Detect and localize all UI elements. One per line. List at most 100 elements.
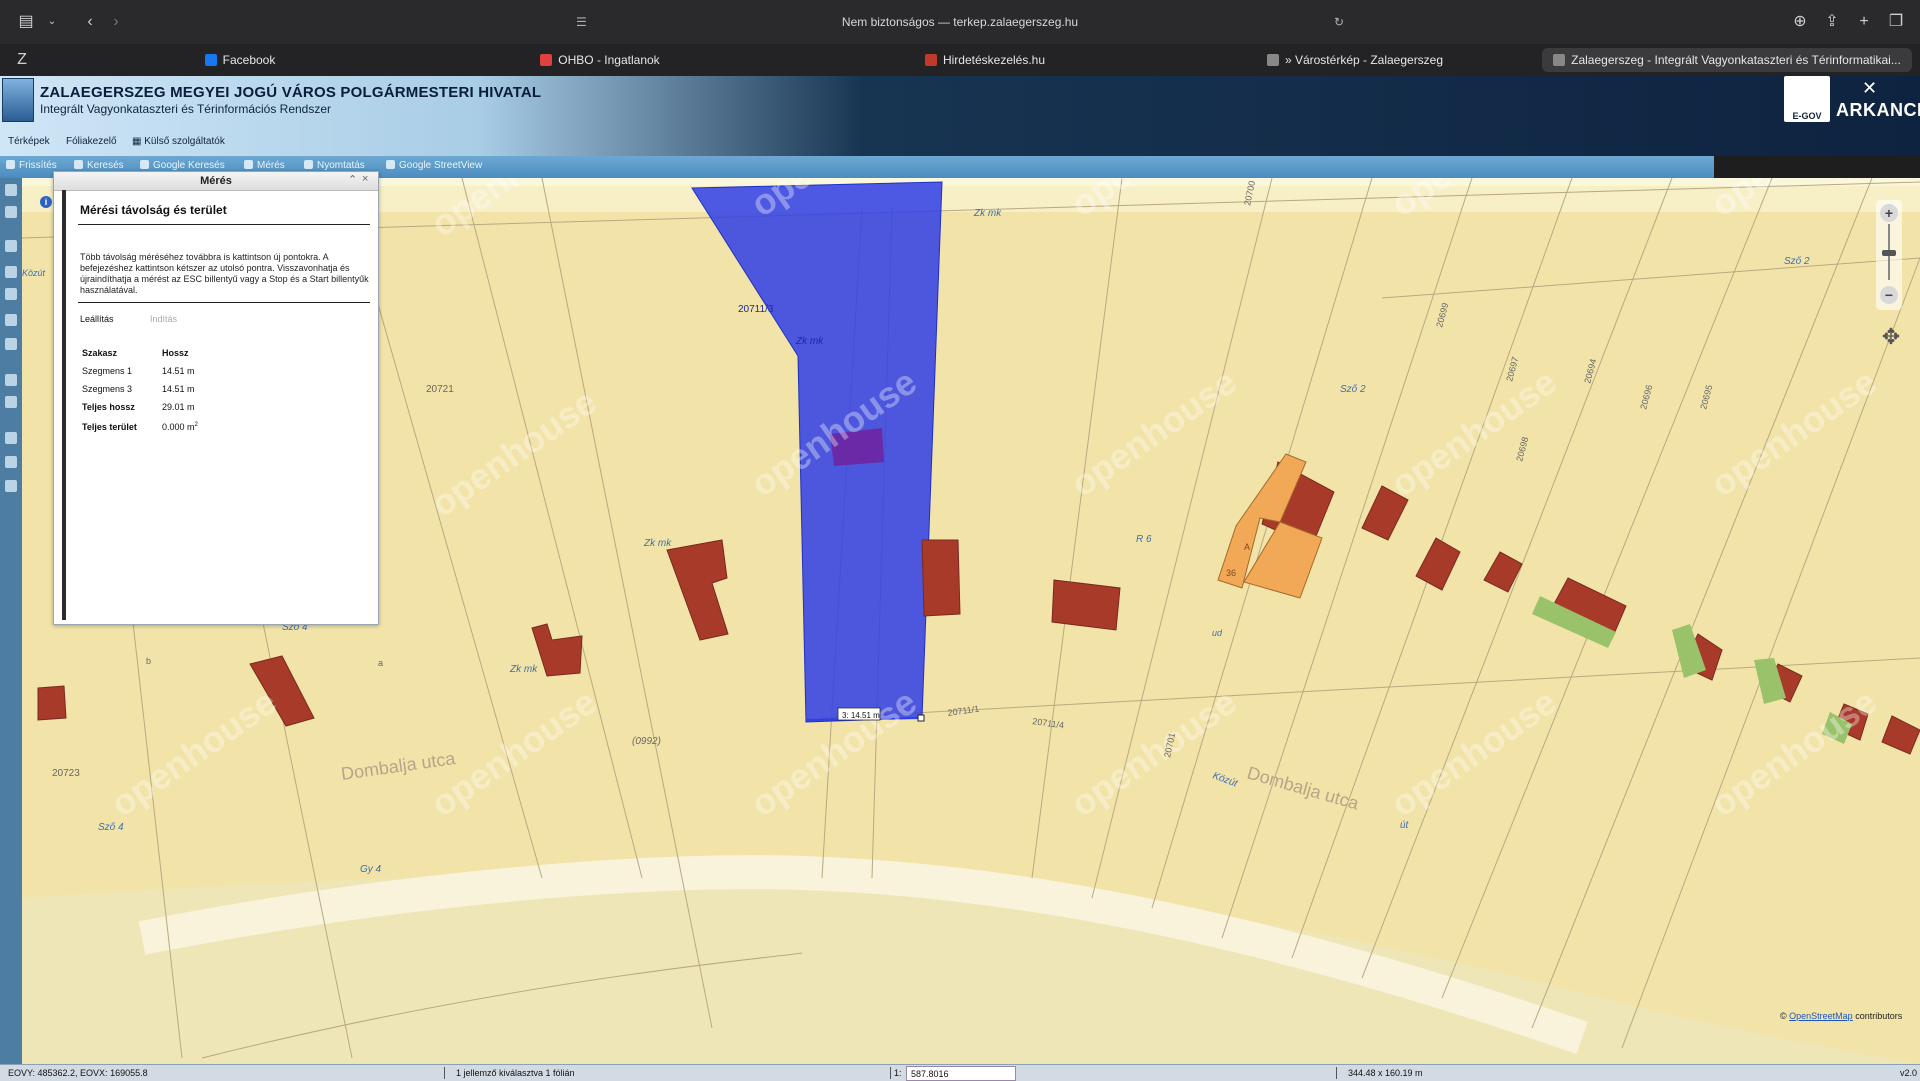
measure-panel: Mérés ⌃ × Mérési távolság és terület Töb… xyxy=(53,171,379,625)
watermark-7: openhouse xyxy=(423,381,604,525)
chevron-down-icon[interactable]: ⌄ xyxy=(40,10,64,34)
pan-tool-icon[interactable] xyxy=(5,314,17,326)
measure-tooltip: 3: 14.51 m xyxy=(842,711,880,720)
refresh-icon xyxy=(6,160,15,169)
watermark-12: openhouse xyxy=(103,681,284,825)
parcel-20723: 20723 xyxy=(52,768,80,779)
history-tool-icon[interactable] xyxy=(5,396,17,408)
zoom-out-button[interactable]: − xyxy=(1880,286,1898,304)
ohbo-icon xyxy=(540,54,553,66)
parcel-20699: 20699 xyxy=(1434,302,1450,329)
streetview-button[interactable]: Google StreetView xyxy=(386,160,482,171)
zoom-out-tool-icon[interactable] xyxy=(5,288,17,300)
panel-close-icon[interactable]: × xyxy=(362,173,368,185)
left-toolstrip xyxy=(0,178,22,1068)
parcel-20695: 20695 xyxy=(1698,384,1714,411)
tab-overview-icon[interactable]: ❐ xyxy=(1884,10,1908,34)
print-button[interactable]: Nyomtatás xyxy=(304,160,365,171)
watermark-10: openhouse xyxy=(1383,361,1564,505)
tab-varosterkep[interactable]: » Várostérkép - Zalaegerszeg xyxy=(1250,48,1460,72)
zalaegerszeg-tab-icon[interactable]: Z xyxy=(10,48,34,72)
layer-tool-icon[interactable] xyxy=(5,338,17,350)
divider xyxy=(78,302,370,303)
zone-zk-mk-3: Zk mk xyxy=(643,538,672,549)
watermark-11: openhouse xyxy=(1703,361,1884,505)
col-length: Hossz xyxy=(162,348,189,358)
stop-button[interactable]: Leállítás xyxy=(80,314,114,324)
zoom-in-tool-icon[interactable] xyxy=(5,266,17,278)
reload-icon[interactable]: ↻ xyxy=(1334,9,1344,35)
tab-facebook[interactable]: Facebook xyxy=(140,48,340,72)
identify-tool-icon[interactable] xyxy=(5,374,17,386)
info-icon[interactable]: i xyxy=(40,196,52,208)
google-icon xyxy=(140,160,149,169)
zone-ut: út xyxy=(1400,820,1410,831)
watermark-9: openhouse xyxy=(1063,361,1244,505)
menu-foliakezelo[interactable]: Fóliakezelő xyxy=(66,136,117,147)
app-subtitle: Integrált Vagyonkataszteri és Térinformá… xyxy=(40,102,332,116)
google-search-button[interactable]: Google Keresés xyxy=(140,160,225,171)
panel-body: Mérési távolság és terület Több távolság… xyxy=(62,190,378,620)
sidebar-toggle-icon[interactable]: ▤ xyxy=(14,10,38,34)
tab-ohbo[interactable]: OHBO - Ingatlanok xyxy=(500,48,700,72)
address-bar[interactable]: ☰ Nem biztonságos — terkep.zalaegerszeg.… xyxy=(560,9,1360,35)
start-button[interactable]: Indítás xyxy=(150,314,177,324)
divider xyxy=(78,224,370,225)
app-header: ZALAEGERSZEG MEGYEI JOGÚ VÁROS POLGÁRMES… xyxy=(0,76,1920,156)
zone-szo-2-b: Sző 2 xyxy=(1784,256,1810,267)
parcel-20721: 20721 xyxy=(426,384,454,395)
back-icon[interactable]: ‹ xyxy=(78,10,102,34)
select-icon[interactable] xyxy=(5,206,17,218)
zone-gy-4: Gy 4 xyxy=(360,864,382,875)
tab-hirdeteskezeles[interactable]: Hirdetéskezelés.hu xyxy=(880,48,1090,72)
small-label-A: A xyxy=(1244,542,1250,552)
zoom-slider-thumb[interactable] xyxy=(1882,250,1896,256)
parcel-20696: 20696 xyxy=(1638,384,1654,411)
new-tab-icon[interactable]: + xyxy=(1852,10,1876,34)
small-label-36: 36 xyxy=(1226,568,1236,578)
zone-zk-mk-2: Zk mk xyxy=(795,336,824,347)
arkance-mark-icon: ✕ xyxy=(1862,78,1878,98)
scale-prefix: 1: xyxy=(894,1068,902,1078)
download-icon[interactable]: ⊕ xyxy=(1788,10,1812,34)
scale-input[interactable]: 587.8016 xyxy=(906,1066,1016,1081)
panel-instructions: Több távolság méréséhez továbbra is katt… xyxy=(80,252,369,295)
hirdeteskezeles-icon xyxy=(924,54,937,66)
search-button[interactable]: Keresés xyxy=(74,160,124,171)
facebook-icon xyxy=(204,54,217,66)
area-tool-icon[interactable] xyxy=(5,456,17,468)
measure-button[interactable]: Mérés xyxy=(244,160,285,171)
menu-kulso-szolgaltatok[interactable]: ▦ Külső szolgáltatók xyxy=(132,136,225,147)
openstreetmap-link[interactable]: OpenStreetMap xyxy=(1789,1011,1853,1021)
page-menu-icon[interactable]: ☰ xyxy=(576,9,587,35)
tab-strip: Z Facebook OHBO - Ingatlanok Hirdetéskez… xyxy=(0,44,1920,76)
refresh-button[interactable]: Frissítés xyxy=(6,160,57,171)
pointer-icon[interactable] xyxy=(5,184,17,196)
map-attribution: © OpenStreetMap contributors xyxy=(1780,1011,1903,1021)
share-icon[interactable]: ⇪ xyxy=(1820,10,1844,34)
coordinates-readout: EOVY: 485362.2, EOVX: 169055.8 xyxy=(8,1068,148,1078)
tab-vagyonkataszter[interactable]: Zalaegerszeg - Integrált Vagyonkataszter… xyxy=(1542,48,1912,72)
zone-r-6: R 6 xyxy=(1136,534,1152,545)
parcel-20711-1: 20711/1 xyxy=(947,704,980,718)
browser-toolbar: ▤ ⌄ ‹ › ☰ Nem biztonságos — terkep.zalae… xyxy=(0,0,1920,44)
zone-zk-mk-1: Zk mk xyxy=(973,208,1002,219)
menu-terkepek[interactable]: Térképek xyxy=(8,136,50,147)
forward-icon[interactable]: › xyxy=(104,10,128,34)
small-label-b: b xyxy=(146,656,151,666)
watermark-15: openhouse xyxy=(1063,681,1244,825)
selection-status: 1 jellemző kiválasztva 1 fólián xyxy=(456,1068,575,1078)
panel-collapse-icon[interactable]: ⌃ xyxy=(348,173,357,186)
external-icon: ▦ xyxy=(132,136,145,147)
watermark-16: openhouse xyxy=(1383,681,1564,825)
draw-tool-icon[interactable] xyxy=(5,480,17,492)
ruler-icon xyxy=(244,160,253,169)
measure-tool-icon[interactable] xyxy=(5,432,17,444)
panel-title[interactable]: Mérés xyxy=(54,172,378,191)
pan-arrows-icon[interactable]: ✥ xyxy=(1876,322,1906,352)
panel-heading: Mérési távolság és terület xyxy=(80,203,227,217)
info-tool-icon[interactable] xyxy=(5,240,17,252)
zoom-in-button[interactable]: + xyxy=(1880,204,1898,222)
arkance-logo: ARKANCE xyxy=(1836,100,1920,120)
print-icon xyxy=(304,160,313,169)
